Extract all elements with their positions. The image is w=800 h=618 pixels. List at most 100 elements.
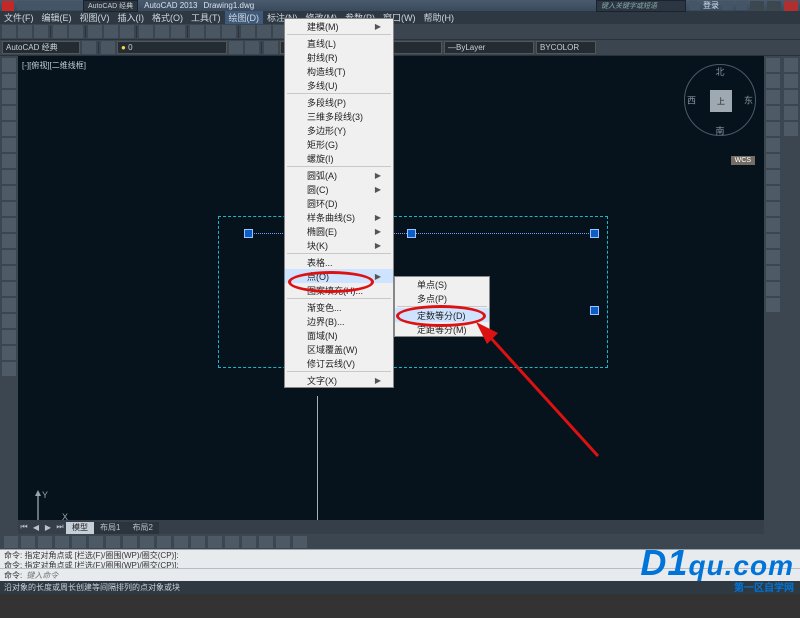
bt-icon[interactable] <box>191 536 205 548</box>
bt-icon[interactable] <box>21 536 35 548</box>
viewport[interactable]: [-][俯视][二维线框] 北 南 东 西 上 WCS XY 建模(M)▶直线(… <box>18 56 764 534</box>
menu-draw[interactable]: 绘图(D) <box>225 11 264 24</box>
break-icon[interactable] <box>766 234 780 248</box>
tb-copy-icon[interactable] <box>104 25 118 38</box>
bt-icon[interactable] <box>276 536 290 548</box>
tb-open-icon[interactable] <box>18 25 32 38</box>
menu-file[interactable]: 文件(F) <box>0 11 38 24</box>
wheel-icon[interactable] <box>784 58 798 72</box>
tb-match-icon[interactable] <box>139 25 153 38</box>
menu-item[interactable]: 定距等分(M) <box>395 322 489 336</box>
tb-layerprop-icon[interactable] <box>101 41 115 54</box>
wcs-label[interactable]: WCS <box>731 156 755 165</box>
menu-item[interactable]: 圆环(D) <box>285 196 393 210</box>
viewcube-east[interactable]: 东 <box>744 94 753 107</box>
tb-designcenter-icon[interactable] <box>257 25 271 38</box>
bt-icon[interactable] <box>242 536 256 548</box>
tb-properties-icon[interactable] <box>241 25 255 38</box>
menu-item[interactable]: 椭圆(E)▶ <box>285 224 393 238</box>
qat-icon[interactable] <box>50 1 61 10</box>
qat-icon[interactable] <box>17 1 28 10</box>
offset-icon[interactable] <box>766 106 780 120</box>
bt-icon[interactable] <box>293 536 307 548</box>
menu-item[interactable]: 区域覆盖(W) <box>285 342 393 356</box>
menu-insert[interactable]: 插入(I) <box>114 11 149 24</box>
grip[interactable] <box>591 307 598 314</box>
menu-item[interactable]: 直线(L) <box>285 36 393 50</box>
bt-icon[interactable] <box>225 536 239 548</box>
ellipse-icon[interactable] <box>2 202 16 216</box>
menu-item[interactable]: 单点(S) <box>395 277 489 291</box>
grip[interactable] <box>591 230 598 237</box>
tb-new-icon[interactable] <box>2 25 16 38</box>
tb-cut-icon[interactable] <box>88 25 102 38</box>
menu-item[interactable]: 圆(C)▶ <box>285 182 393 196</box>
menu-item[interactable]: 多点(P) <box>395 291 489 305</box>
menu-view[interactable]: 视图(V) <box>76 11 114 24</box>
grip[interactable] <box>408 230 415 237</box>
extend-icon[interactable] <box>766 218 780 232</box>
erase-icon[interactable] <box>766 58 780 72</box>
search-box[interactable]: 键入关键字或短语 <box>596 0 686 12</box>
bt-icon[interactable] <box>157 536 171 548</box>
viewcube-north[interactable]: 北 <box>715 65 724 78</box>
pline-icon[interactable] <box>2 90 16 104</box>
addselect-icon[interactable] <box>2 362 16 376</box>
viewcube[interactable]: 北 南 东 西 上 <box>684 64 756 136</box>
orbit-nav-icon[interactable] <box>784 106 798 120</box>
gradient-icon[interactable] <box>2 298 16 312</box>
zoomext-icon[interactable] <box>784 90 798 104</box>
tb-zoom-icon[interactable] <box>206 25 220 38</box>
tb-orbit-icon[interactable] <box>222 25 236 38</box>
menu-item[interactable]: 面域(N) <box>285 328 393 342</box>
rotate-icon[interactable] <box>766 154 780 168</box>
bt-icon[interactable] <box>55 536 69 548</box>
menu-item[interactable]: 射线(R) <box>285 50 393 64</box>
menu-item[interactable]: 表格... <box>285 255 393 269</box>
window-maximize[interactable] <box>767 1 781 11</box>
menu-item[interactable]: 矩形(G) <box>285 137 393 151</box>
bt-icon[interactable] <box>123 536 137 548</box>
menu-item[interactable]: 修订云线(V) <box>285 356 393 370</box>
tb-paste-icon[interactable] <box>120 25 134 38</box>
bt-icon[interactable] <box>174 536 188 548</box>
qat-icon[interactable] <box>39 1 50 10</box>
window-minimize[interactable] <box>750 1 764 11</box>
bt-icon[interactable] <box>106 536 120 548</box>
viewcube-face[interactable]: 上 <box>710 90 732 112</box>
stretch-icon[interactable] <box>766 186 780 200</box>
polygon-icon[interactable] <box>2 106 16 120</box>
chamfer-icon[interactable] <box>766 266 780 280</box>
workspace-dropdown[interactable]: AutoCAD 经典 <box>83 0 138 12</box>
login-link[interactable]: 登录 <box>703 0 719 11</box>
tb-pan-icon[interactable] <box>190 25 204 38</box>
arc-icon[interactable] <box>2 138 16 152</box>
revcloud-icon[interactable] <box>2 170 16 184</box>
menu-item[interactable]: 图案填充(H)... <box>285 283 393 297</box>
viewcube-west[interactable]: 西 <box>687 94 696 107</box>
menu-item[interactable]: 多段线(P) <box>285 95 393 109</box>
tb-layer-icon[interactable] <box>82 41 96 54</box>
point-icon[interactable] <box>2 266 16 280</box>
menu-item[interactable]: 定数等分(D) <box>395 308 489 322</box>
join-icon[interactable] <box>766 250 780 264</box>
mirror-icon[interactable] <box>766 90 780 104</box>
model-tab[interactable]: 模型 <box>66 522 94 534</box>
menu-item[interactable]: 圆弧(A)▶ <box>285 168 393 182</box>
command-window[interactable]: 命令: 指定对角点或 [栏选(F)/圈围(WP)/圈交(CP)]: 命令: 指定… <box>0 549 800 581</box>
tb-print-icon[interactable] <box>53 25 67 38</box>
qat-icon[interactable] <box>61 1 72 10</box>
insert-icon[interactable] <box>2 234 16 248</box>
menu-item[interactable]: 块(K)▶ <box>285 238 393 252</box>
command-line[interactable]: 命令: <box>0 568 800 581</box>
tb-save-icon[interactable] <box>34 25 48 38</box>
tb-layerprev-icon[interactable] <box>245 41 259 54</box>
circle-icon[interactable] <box>2 154 16 168</box>
menu-tools[interactable]: 工具(T) <box>187 11 225 24</box>
xline-icon[interactable] <box>2 74 16 88</box>
user-icon[interactable] <box>689 1 700 10</box>
pan-nav-icon[interactable] <box>784 74 798 88</box>
scale-icon[interactable] <box>766 170 780 184</box>
app-icon[interactable] <box>2 1 14 11</box>
menu-item[interactable]: 样条曲线(S)▶ <box>285 210 393 224</box>
